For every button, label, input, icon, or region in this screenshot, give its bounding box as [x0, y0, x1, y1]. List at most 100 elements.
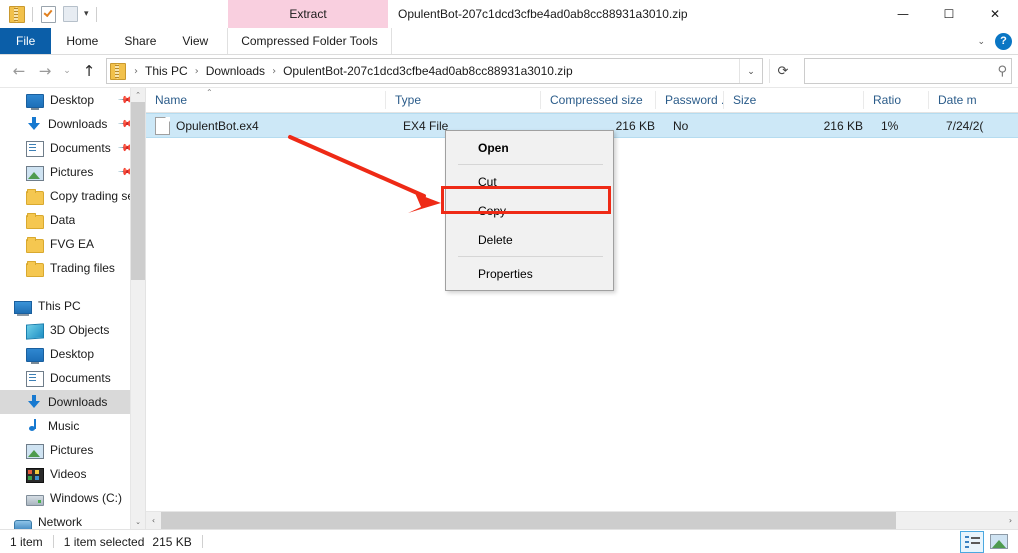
- tab-file[interactable]: File: [0, 28, 51, 54]
- refresh-icon[interactable]: ⟳: [769, 59, 796, 83]
- sidebar-item-label: Desktop: [50, 93, 94, 107]
- scroll-right-icon[interactable]: ›: [1003, 512, 1018, 529]
- column-header-password[interactable]: Password ...: [656, 91, 724, 109]
- menu-item-delete[interactable]: Delete: [446, 225, 613, 254]
- scrollbar-thumb[interactable]: [161, 512, 896, 529]
- column-header-type[interactable]: Type: [386, 91, 541, 109]
- sidebar-item-label: Videos: [50, 467, 86, 481]
- search-icon[interactable]: ⚲: [997, 64, 1007, 79]
- title-bar: ▾ Extract OpulentBot-207c1dcd3cfbe4ad0ab…: [0, 0, 1018, 28]
- network-icon: [14, 520, 32, 530]
- column-headers: Name Type Compressed size Password ... S…: [146, 88, 1018, 113]
- large-icons-view-button[interactable]: [988, 532, 1010, 552]
- sidebar-item-network[interactable]: Network: [0, 510, 145, 529]
- horizontal-scrollbar[interactable]: ‹ ›: [146, 511, 1018, 529]
- sidebar-item-trading-files[interactable]: Trading files: [0, 256, 145, 280]
- chevron-down-icon[interactable]: ⌄: [977, 36, 985, 47]
- details-view-icon: [965, 536, 980, 548]
- menu-item-copy[interactable]: Copy: [446, 196, 613, 225]
- desktop-icon: [26, 94, 44, 108]
- sidebar-item-windows-c[interactable]: Windows (C:): [0, 486, 145, 510]
- breadcrumb-separator: ›: [190, 66, 204, 77]
- minimize-button[interactable]: —: [880, 0, 926, 28]
- search-input[interactable]: [811, 63, 997, 79]
- sidebar-item-label: FVG EA: [50, 237, 94, 251]
- back-button[interactable]: ←: [6, 58, 32, 84]
- pictures-icon: [26, 166, 44, 181]
- new-folder-icon[interactable]: [62, 6, 79, 23]
- tab-home[interactable]: Home: [53, 28, 111, 54]
- breadcrumb-item-downloads[interactable]: Downloads: [204, 64, 267, 78]
- sidebar-item-label: Downloads: [48, 117, 107, 131]
- sidebar-item-downloads-pc[interactable]: Downloads: [0, 390, 145, 414]
- scroll-down-icon[interactable]: ⌄: [131, 515, 145, 529]
- close-button[interactable]: ✕: [972, 0, 1018, 28]
- menu-item-properties[interactable]: Properties: [446, 259, 613, 288]
- sidebar-item-label: Copy trading set: [50, 189, 137, 203]
- column-header-ratio[interactable]: Ratio: [864, 91, 929, 109]
- column-header-name[interactable]: Name: [146, 91, 386, 109]
- scrollbar-thumb[interactable]: [131, 102, 145, 280]
- sidebar-item-label: 3D Objects: [50, 323, 109, 337]
- sidebar-item-3d-objects[interactable]: 3D Objects: [0, 318, 145, 342]
- details-view-button[interactable]: [960, 531, 984, 553]
- sidebar-item-copy-trading-set[interactable]: Copy trading set: [0, 184, 145, 208]
- breadcrumb[interactable]: › This PC › Downloads › OpulentBot-207c1…: [106, 58, 763, 84]
- quick-access-toolbar: ▾: [0, 0, 99, 28]
- ribbon-tab-strip: File Home Share View Compressed Folder T…: [0, 28, 1018, 55]
- divider: [32, 7, 33, 22]
- properties-icon[interactable]: [40, 6, 57, 23]
- sidebar-item-fvg-ea[interactable]: FVG EA: [0, 232, 145, 256]
- menu-item-cut[interactable]: Cut: [446, 167, 613, 196]
- sidebar-scrollbar[interactable]: ⌃ ⌄: [130, 88, 145, 529]
- scrollbar-track[interactable]: [161, 512, 1003, 529]
- zip-folder-icon: [107, 63, 129, 80]
- tab-share[interactable]: Share: [111, 28, 169, 54]
- music-icon: [26, 418, 42, 434]
- scroll-up-icon[interactable]: ⌃: [131, 88, 145, 102]
- recent-locations-button[interactable]: ⌄: [58, 58, 76, 84]
- divider: [53, 535, 54, 548]
- chevron-down-icon[interactable]: ▾: [84, 9, 89, 20]
- sidebar-item-desktop-pc[interactable]: Desktop: [0, 342, 145, 366]
- sidebar-item-downloads[interactable]: Downloads 📌: [0, 112, 145, 136]
- tab-compressed-folder-tools[interactable]: Compressed Folder Tools: [227, 28, 392, 54]
- up-button[interactable]: ↑: [76, 58, 102, 84]
- downloads-icon: [26, 394, 42, 410]
- sidebar-item-label: Windows (C:): [50, 491, 122, 505]
- sidebar-item-videos[interactable]: Videos: [0, 462, 145, 486]
- sidebar-item-label: Documents: [50, 141, 111, 155]
- divider: [202, 535, 203, 548]
- sidebar-item-pictures-pc[interactable]: Pictures: [0, 438, 145, 462]
- cell-name: OpulentBot.ex4: [176, 119, 394, 133]
- sidebar-item-music[interactable]: Music: [0, 414, 145, 438]
- breadcrumb-separator: ›: [267, 66, 281, 77]
- maximize-button[interactable]: ☐: [926, 0, 972, 28]
- navigation-pane: Desktop 📌 Downloads 📌 Documents 📌 Pictur…: [0, 88, 145, 529]
- zip-folder-icon[interactable]: [8, 6, 25, 23]
- sidebar-item-data[interactable]: Data: [0, 208, 145, 232]
- sidebar-item-desktop[interactable]: Desktop 📌: [0, 88, 145, 112]
- this-pc-icon: [14, 301, 32, 314]
- column-header-date-modified[interactable]: Date m: [929, 91, 1009, 109]
- breadcrumb-item-this-pc[interactable]: This PC: [143, 64, 190, 78]
- sidebar-item-documents[interactable]: Documents 📌: [0, 136, 145, 160]
- sidebar-item-documents-pc[interactable]: Documents: [0, 366, 145, 390]
- contextual-tab-group-label: Extract: [228, 0, 388, 28]
- help-icon[interactable]: ?: [995, 33, 1012, 50]
- sidebar-item-this-pc[interactable]: This PC: [0, 294, 145, 318]
- menu-item-open[interactable]: Open: [446, 133, 613, 162]
- status-item-count: 1 item: [10, 535, 43, 549]
- search-box[interactable]: ⚲: [804, 58, 1012, 84]
- chevron-down-icon[interactable]: ⌄: [739, 59, 762, 83]
- forward-button[interactable]: →: [32, 58, 58, 84]
- scroll-left-icon[interactable]: ‹: [146, 512, 161, 529]
- address-bar: ← → ⌄ ↑ › This PC › Downloads › OpulentB…: [0, 55, 1018, 87]
- tab-view[interactable]: View: [169, 28, 221, 54]
- sidebar-item-pictures[interactable]: Pictures 📌: [0, 160, 145, 184]
- desktop-icon: [26, 348, 44, 362]
- column-header-compressed-size[interactable]: Compressed size: [541, 91, 656, 109]
- breadcrumb-item-archive[interactable]: OpulentBot-207c1dcd3cfbe4ad0ab8cc88931a3…: [281, 64, 739, 78]
- column-header-size[interactable]: Size: [724, 91, 864, 109]
- folder-icon: [26, 191, 44, 205]
